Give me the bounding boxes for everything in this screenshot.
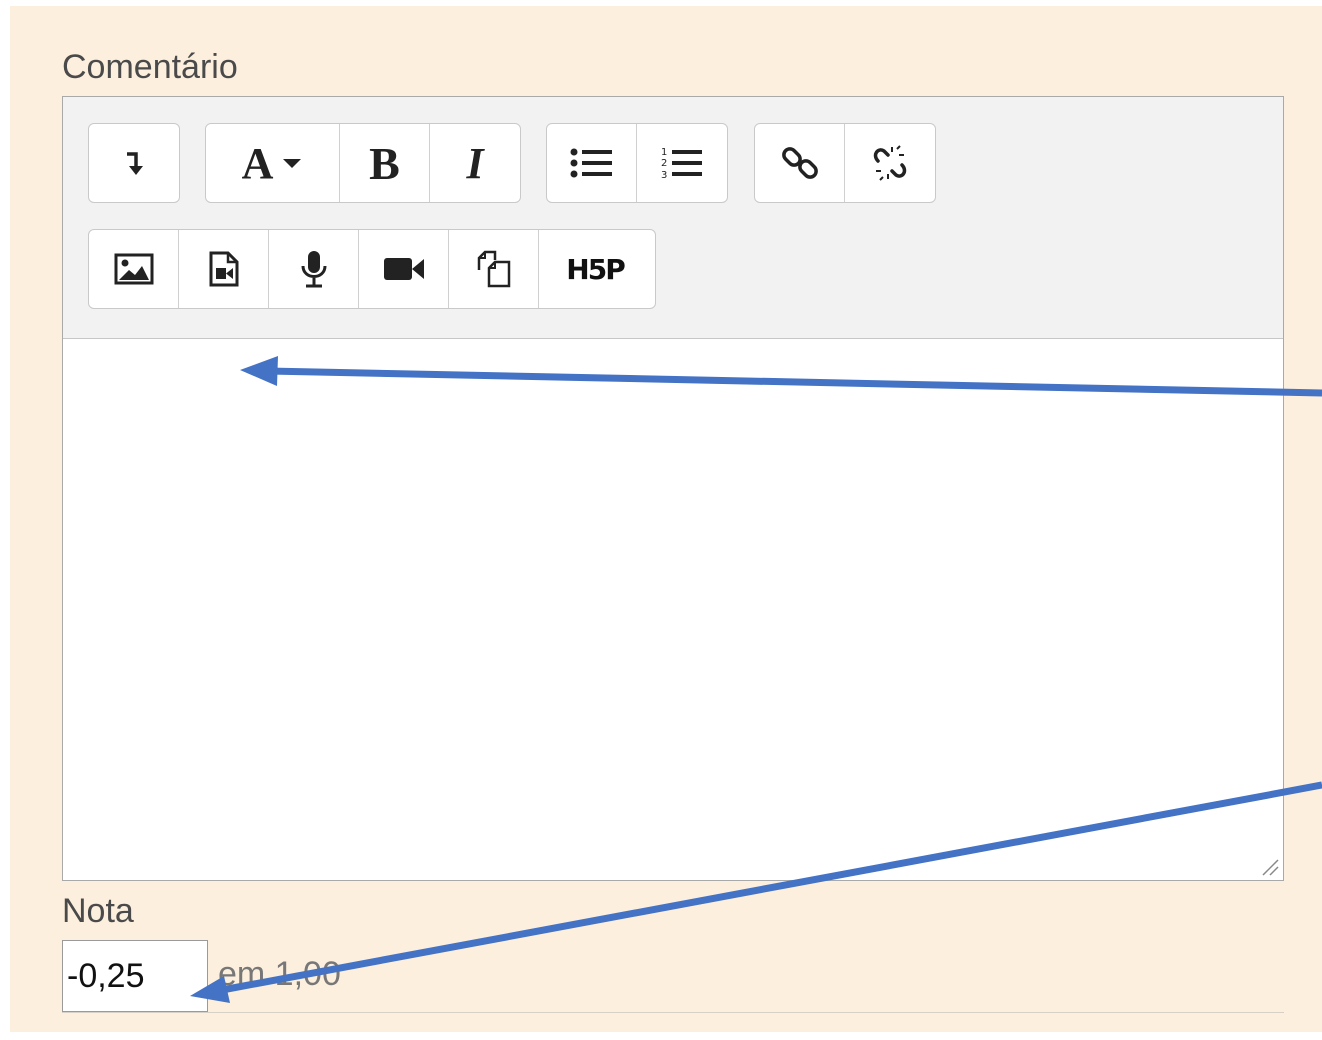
link-button[interactable]: [755, 124, 845, 202]
divider: [62, 1012, 1284, 1013]
resize-handle-icon[interactable]: [1259, 856, 1279, 876]
expand-toolbar-button[interactable]: [89, 124, 179, 202]
copy-files-icon: [477, 250, 510, 288]
chevron-down-icon: [283, 159, 302, 168]
toolbar-group-text-style: A B I: [205, 123, 521, 203]
bullet-list-icon: [570, 148, 612, 178]
toolbar-group-lists: 1 2 3: [546, 123, 728, 203]
bold-icon: B: [369, 137, 400, 189]
numbered-list-icon: 1 2 3: [661, 147, 702, 181]
font-icon: A: [241, 138, 274, 188]
insert-h5p-button[interactable]: H5P: [539, 230, 651, 308]
italic-button[interactable]: I: [430, 124, 520, 202]
link-icon: [781, 147, 818, 179]
unordered-list-button[interactable]: [547, 124, 637, 202]
unlink-button[interactable]: [845, 124, 935, 202]
bold-button[interactable]: B: [340, 124, 430, 202]
arrow-down-icon: [127, 152, 143, 175]
video-camera-icon: [383, 258, 424, 280]
comment-editor: A B I 1 2 3 H5P: [62, 96, 1284, 881]
svg-text:1: 1: [661, 147, 667, 158]
media-file-icon: [209, 251, 238, 287]
comment-label: Comentário: [62, 48, 238, 86]
record-video-button[interactable]: [359, 230, 449, 308]
manage-files-button[interactable]: [449, 230, 539, 308]
grade-label: Nota: [62, 892, 134, 930]
insert-image-button[interactable]: [89, 230, 179, 308]
unlink-icon: [873, 145, 907, 181]
record-audio-button[interactable]: [269, 230, 359, 308]
italic-icon: I: [466, 138, 484, 188]
svg-text:2: 2: [661, 158, 667, 169]
toolbar-group-expand: [88, 123, 180, 203]
grade-out-of-text: em 1,00: [218, 955, 341, 993]
grade-input[interactable]: -0,25: [62, 940, 208, 1012]
toolbar-group-links: [754, 123, 936, 203]
ordered-list-button[interactable]: 1 2 3: [637, 124, 727, 202]
font-style-button[interactable]: A: [206, 124, 340, 202]
h5p-icon: H5P: [566, 252, 625, 286]
insert-media-button[interactable]: [179, 230, 269, 308]
microphone-icon: [301, 251, 326, 288]
svg-text:3: 3: [661, 170, 667, 181]
comment-text-area[interactable]: [63, 339, 1283, 880]
image-icon: [114, 253, 153, 285]
toolbar-group-media: H5P: [88, 229, 656, 309]
editor-toolbar: A B I 1 2 3 H5P: [63, 97, 1283, 339]
